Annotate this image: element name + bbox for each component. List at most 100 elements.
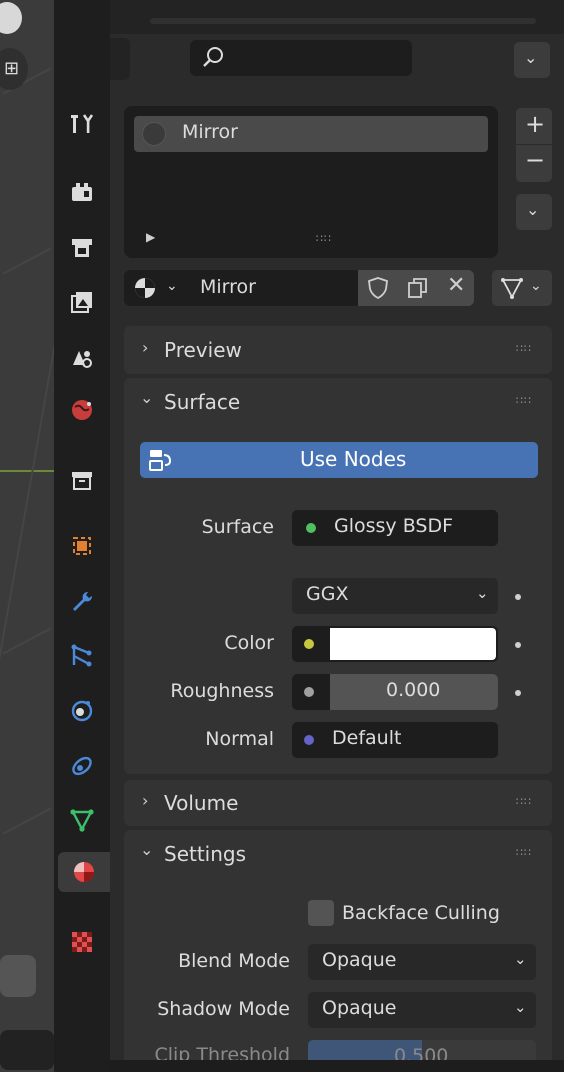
search-field[interactable] — [190, 40, 412, 76]
shadow-mode-dropdown[interactable]: Opaque ⌄ — [308, 992, 536, 1028]
collection-icon — [72, 472, 92, 490]
settings-panel: ⌄ Settings ∷∷ Backface Culling Blend Mod… — [124, 830, 552, 1072]
list-resize-grip[interactable]: ∷∷ — [316, 233, 332, 244]
settings-panel-title[interactable]: Settings — [164, 842, 246, 866]
tab-particles[interactable] — [62, 636, 102, 676]
roughness-field[interactable]: 0.000 — [292, 674, 498, 710]
normal-label: Normal — [205, 728, 274, 750]
shader-socket-icon — [306, 523, 316, 533]
tab-texture[interactable] — [62, 922, 102, 962]
volume-panel-header[interactable]: › Volume ∷∷ — [124, 780, 552, 826]
use-nodes-button[interactable]: Use Nodes — [140, 442, 538, 478]
surface-panel-title[interactable]: Surface — [164, 390, 240, 414]
viewport-bottom-button[interactable] — [0, 1030, 54, 1070]
slot-specials-button[interactable]: ⌄ — [516, 194, 552, 230]
normal-value: Default — [332, 727, 402, 749]
modifier-icon — [73, 591, 93, 611]
grid-icon: ⊞ — [4, 58, 20, 79]
blend-mode-label: Blend Mode — [178, 950, 290, 972]
material-sphere-icon — [135, 278, 155, 298]
texture-icon — [72, 932, 92, 952]
editor-type-dropdown[interactable] — [110, 38, 130, 80]
tab-view-layer[interactable] — [62, 282, 102, 322]
keyframe-dot[interactable] — [515, 690, 521, 696]
physics-icon — [71, 700, 93, 722]
tab-modifiers[interactable] — [62, 582, 102, 622]
color-swatch[interactable] — [330, 628, 496, 660]
preview-panel-header[interactable]: › Preview ∷∷ — [124, 326, 552, 374]
surface-shader-value: Glossy BSDF — [334, 515, 454, 537]
material-slot-list[interactable]: Mirror ▶ ∷∷ — [124, 106, 498, 258]
particles-icon — [71, 644, 92, 667]
tab-world[interactable] — [62, 390, 102, 430]
backface-culling-checkbox[interactable] — [308, 900, 334, 926]
keyframe-dot[interactable] — [515, 642, 521, 648]
slot-add-remove-buttons: + − — [516, 108, 552, 182]
material-duplicate-button[interactable] — [398, 270, 438, 306]
roughness-value: 0.000 — [386, 679, 441, 701]
object-icon — [73, 537, 91, 555]
close-icon: ✕ — [447, 273, 466, 298]
chevron-right-icon: › — [142, 338, 149, 357]
remove-slot-button[interactable]: − — [525, 146, 545, 174]
normal-field[interactable]: Default — [292, 722, 498, 758]
tab-material[interactable] — [58, 852, 110, 892]
chevron-down-icon: ⌄ — [526, 200, 540, 219]
constraints-icon — [72, 756, 92, 776]
chevron-down-icon: ⌄ — [530, 278, 542, 294]
tab-object[interactable] — [62, 526, 102, 566]
material-fake-user-button[interactable] — [358, 270, 398, 306]
add-slot-button[interactable]: + — [525, 110, 545, 138]
link-data-dropdown[interactable]: ⌄ — [492, 270, 552, 306]
panel-drag-grip[interactable]: ∷∷ — [516, 395, 532, 406]
tab-tool[interactable] — [62, 104, 102, 144]
panel-drag-grip[interactable]: ∷∷ — [516, 847, 532, 858]
color-field[interactable] — [292, 626, 498, 662]
blend-mode-dropdown[interactable]: Opaque ⌄ — [308, 944, 536, 980]
chevron-down-icon: ⌄ — [514, 950, 527, 968]
material-slot-name: Mirror — [182, 121, 238, 143]
node-tree-icon — [149, 450, 172, 471]
surface-shader-field[interactable]: Glossy BSDF — [292, 510, 498, 546]
viewport-gizmo-button[interactable] — [0, 2, 22, 34]
chevron-down-icon: ⌄ — [476, 584, 489, 602]
panel-options-button[interactable]: ⌄ — [514, 42, 550, 78]
distribution-dropdown[interactable]: GGX ⌄ — [292, 578, 498, 614]
data-icon — [70, 809, 94, 832]
material-name: Mirror — [200, 276, 256, 298]
scene-icon — [73, 351, 92, 368]
backface-culling-label[interactable]: Backface Culling — [342, 902, 500, 924]
properties-tabs — [54, 0, 110, 1072]
vector-socket-icon — [304, 735, 314, 745]
tab-output[interactable] — [62, 228, 102, 268]
3d-viewport-edge[interactable]: ⊞ — [0, 0, 54, 1072]
material-unlink-button[interactable]: ✕ — [438, 270, 474, 306]
panel-drag-grip[interactable]: ∷∷ — [516, 343, 532, 354]
tab-render[interactable] — [62, 172, 102, 212]
tab-data[interactable] — [62, 800, 102, 840]
tab-scene[interactable] — [62, 338, 102, 378]
chevron-down-icon[interactable]: ⌄ — [140, 840, 153, 859]
tab-collection[interactable] — [62, 460, 102, 500]
roughness-label: Roughness — [170, 680, 274, 702]
bottom-edge — [110, 1060, 564, 1072]
keyframe-dot[interactable] — [515, 594, 521, 600]
preview-label: Preview — [164, 338, 242, 362]
viewport-side-button[interactable] — [0, 955, 36, 997]
chevron-down-icon[interactable]: ⌄ — [140, 388, 153, 407]
header-scroll-bar — [150, 18, 536, 24]
material-icon — [74, 862, 94, 882]
tool-icon — [71, 114, 94, 133]
surface-panel: ⌄ Surface ∷∷ Use Nodes Surface Glossy BS… — [124, 378, 552, 774]
world-icon — [72, 400, 92, 420]
color-label: Color — [224, 632, 274, 654]
panel-drag-grip[interactable]: ∷∷ — [516, 796, 532, 807]
tab-physics[interactable] — [62, 690, 102, 730]
material-slot-item[interactable]: Mirror — [134, 116, 488, 152]
tab-constraints[interactable] — [62, 746, 102, 786]
material-browse-button[interactable]: ⌄ — [124, 270, 186, 306]
expand-play-icon[interactable]: ▶ — [146, 230, 155, 244]
material-name-field[interactable]: Mirror — [186, 270, 358, 306]
roughness-slider[interactable]: 0.000 — [330, 674, 498, 710]
duplicate-icon — [408, 278, 427, 298]
